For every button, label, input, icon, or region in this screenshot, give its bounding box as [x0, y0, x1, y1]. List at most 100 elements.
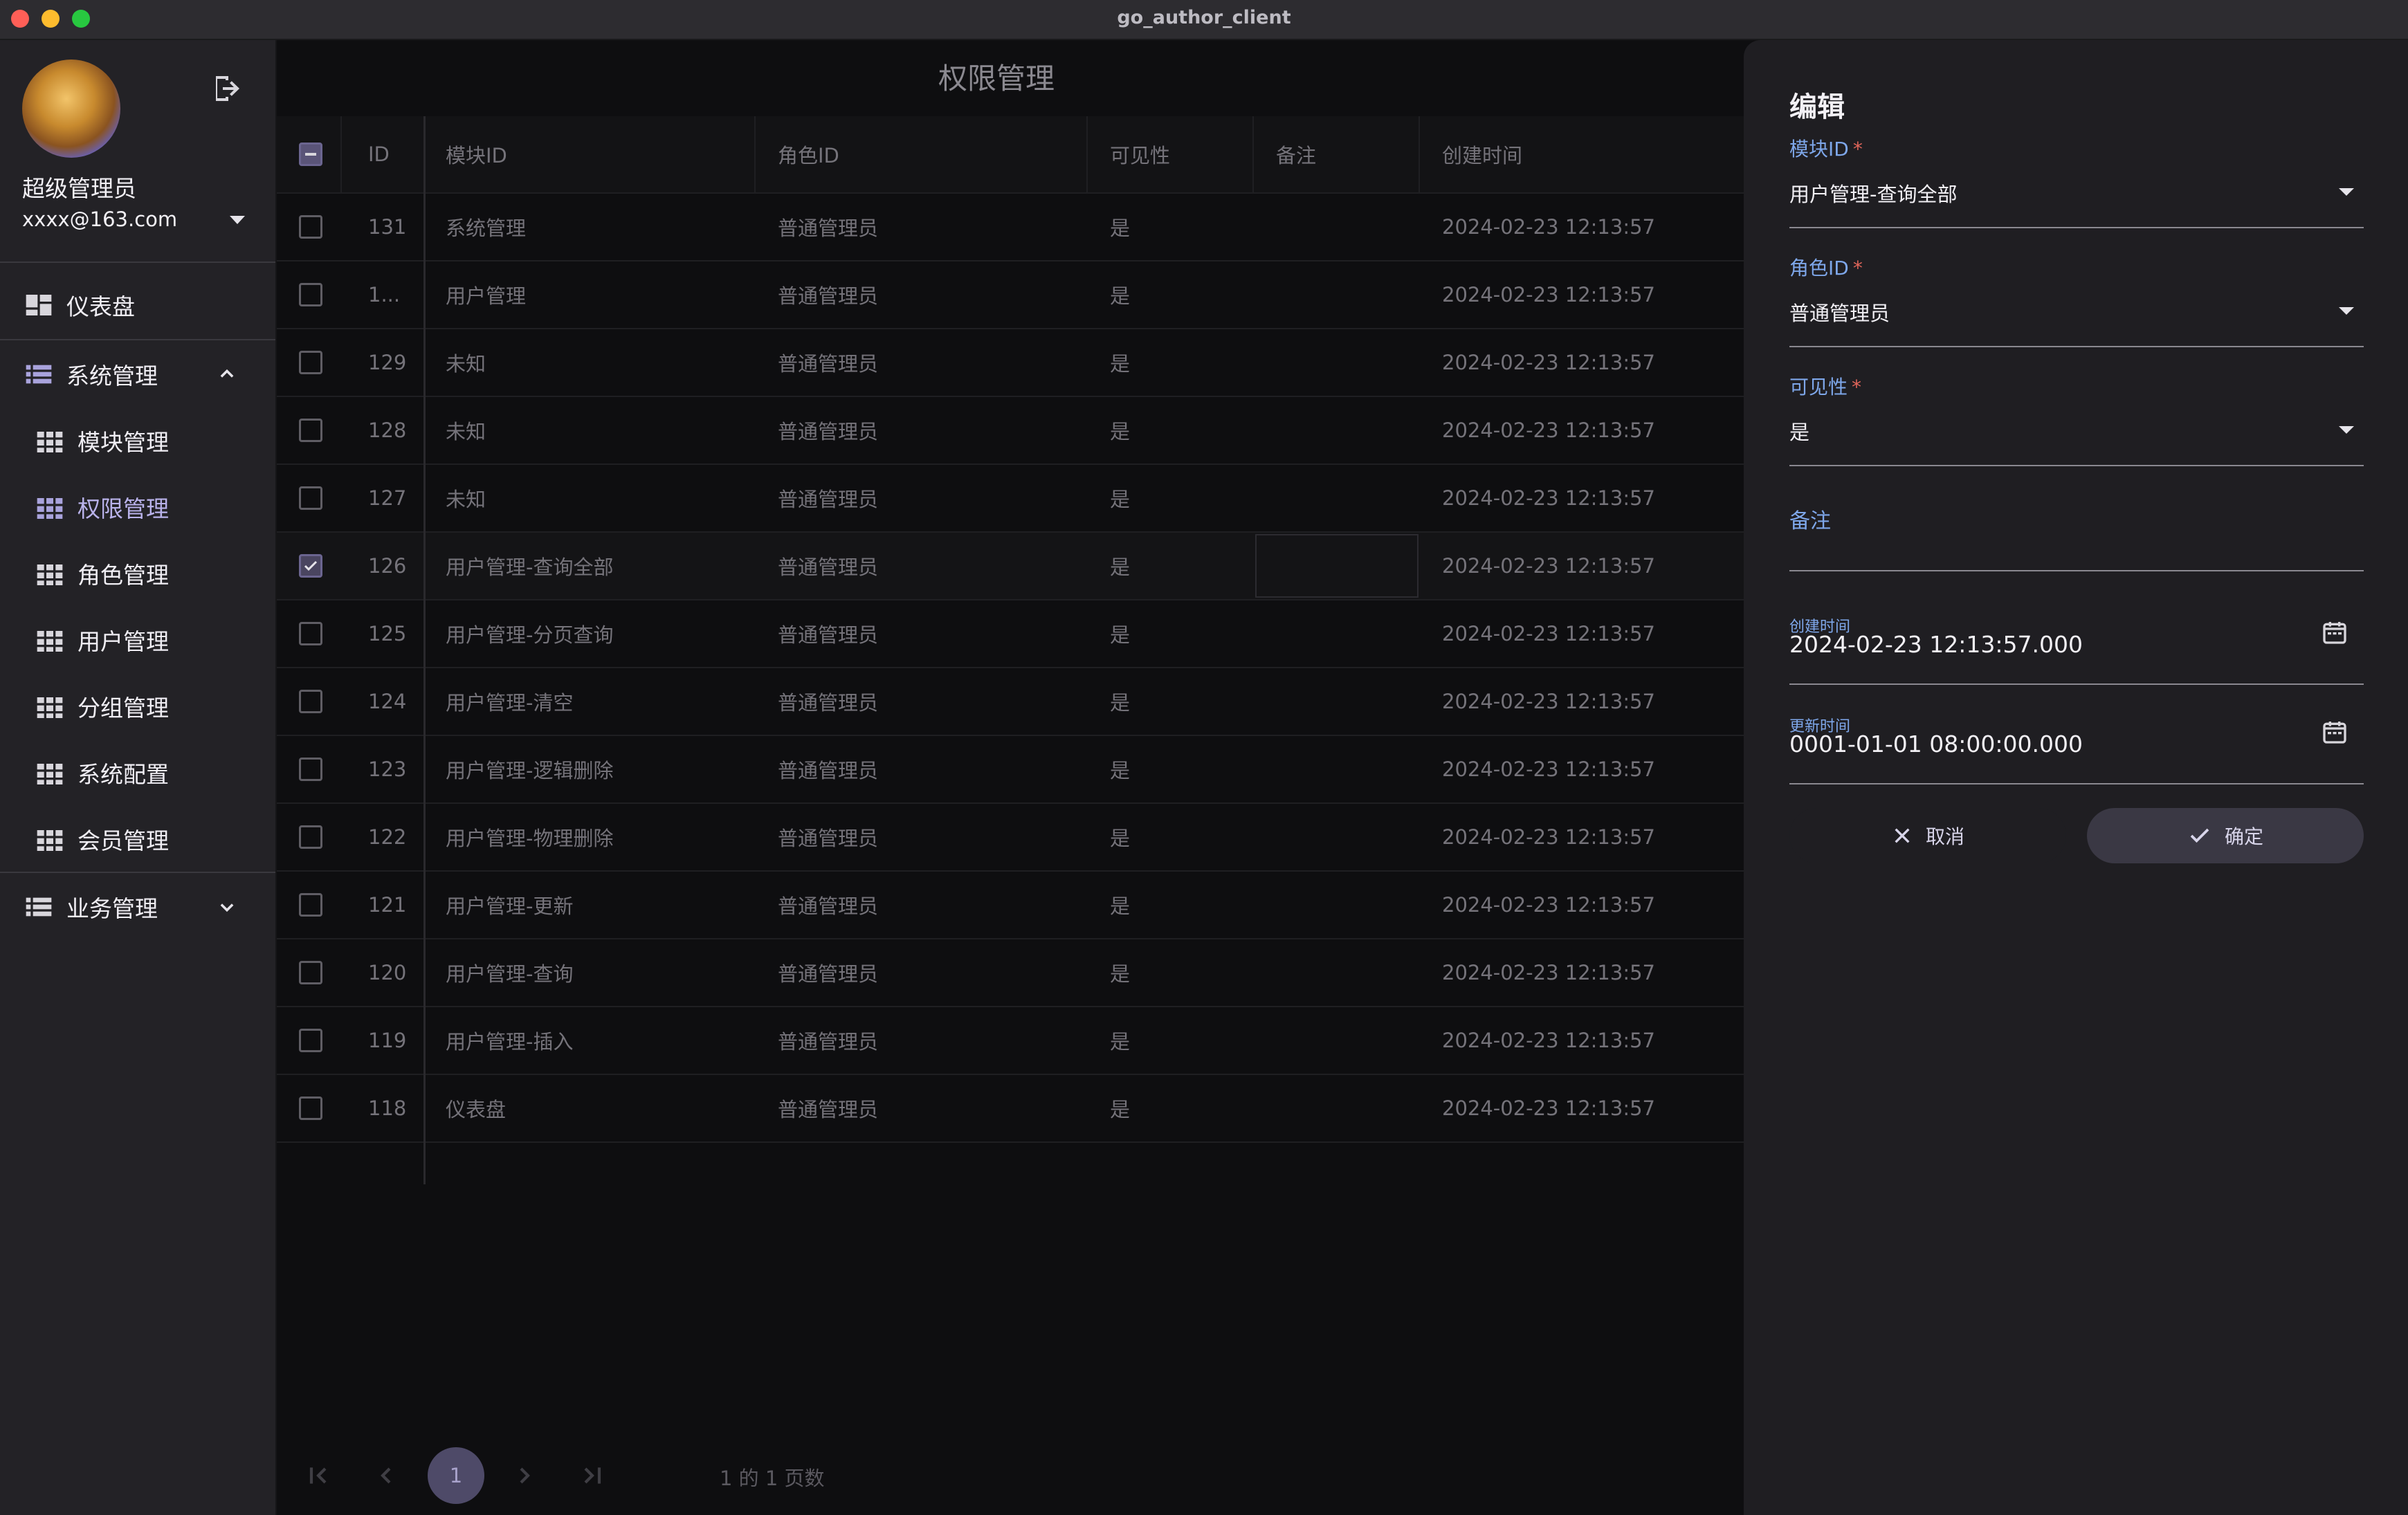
chevron-up-icon[interactable]: [217, 365, 237, 384]
sidebar-item-system[interactable]: 系统管理: [0, 345, 275, 404]
row-checkbox[interactable]: [299, 419, 322, 442]
row-checkbox[interactable]: [299, 622, 322, 645]
table-row[interactable]: 125 用户管理-分页查询 普通管理员 是 2024-02-23 12:13:5…: [277, 600, 1744, 668]
cancel-button[interactable]: 取消: [1789, 808, 2066, 863]
row-checkbox[interactable]: [299, 825, 322, 849]
frozen-column-divider[interactable]: [423, 116, 426, 1184]
row-checkbox[interactable]: [299, 1096, 322, 1120]
table-row[interactable]: 122 用户管理-物理删除 普通管理员 是 2024-02-23 12:13:5…: [277, 804, 1744, 872]
row-checkbox[interactable]: [299, 486, 322, 510]
field-label: 角色ID *: [1789, 253, 1863, 281]
table-row[interactable]: 131 系统管理 普通管理员 是 2024-02-23 12:13:57: [277, 194, 1744, 261]
page-title: 权限管理: [938, 62, 1055, 95]
cell-created: 2024-02-23 12:13:57: [1442, 893, 1655, 917]
row-checkbox[interactable]: [299, 215, 322, 239]
table-row[interactable]: 120 用户管理-查询 普通管理员 是 2024-02-23 12:13:57: [277, 939, 1744, 1007]
last-page-icon[interactable]: [578, 1462, 606, 1489]
sidebar-item-users[interactable]: 用户管理: [0, 610, 275, 670]
confirm-button[interactable]: 确定: [2087, 808, 2364, 863]
row-checkbox[interactable]: [299, 1029, 322, 1052]
cell-module: 用户管理-插入: [446, 1030, 574, 1054]
row-checkbox[interactable]: [299, 893, 322, 917]
cell-role: 普通管理员: [778, 623, 879, 647]
cell-role: 普通管理员: [778, 1030, 879, 1054]
check-icon: [2190, 828, 2209, 843]
cell-module: 仪表盘: [446, 1098, 507, 1121]
grid-icon: [37, 830, 63, 851]
column-header-role[interactable]: 角色ID: [778, 116, 839, 192]
cell-created: 2024-02-23 12:13:57: [1442, 419, 1655, 442]
cell-created: 2024-02-23 12:13:57: [1442, 961, 1655, 984]
table-row[interactable]: 121 用户管理-更新 普通管理员 是 2024-02-23 12:13:57: [277, 872, 1744, 939]
account-dropdown-icon[interactable]: [230, 216, 245, 224]
column-separator: [340, 116, 342, 192]
cell-visible: 是: [1110, 217, 1131, 240]
grid-icon: [37, 764, 63, 784]
row-checkbox[interactable]: [299, 554, 322, 578]
updated-time-field[interactable]: 更新时间 0001-01-01 08:00:00.000: [1789, 714, 2364, 790]
table-row[interactable]: 1... 用户管理 普通管理员 是 2024-02-23 12:13:57: [277, 261, 1744, 329]
cell-created: 2024-02-23 12:13:57: [1442, 283, 1655, 306]
first-page-icon[interactable]: [304, 1462, 332, 1489]
table-row[interactable]: 119 用户管理-插入 普通管理员 是 2024-02-23 12:13:57: [277, 1007, 1744, 1075]
prev-page-icon[interactable]: [372, 1462, 400, 1489]
cell-id: 119: [368, 1029, 407, 1052]
table-row[interactable]: 124 用户管理-清空 普通管理员 是 2024-02-23 12:13:57: [277, 668, 1744, 736]
column-separator: [1419, 116, 1420, 192]
column-header-created[interactable]: 创建时间: [1442, 116, 1522, 192]
cell-visible: 是: [1110, 556, 1131, 579]
sidebar-item-label: 分组管理: [77, 695, 169, 722]
current-page-button[interactable]: 1: [428, 1447, 484, 1504]
logout-icon[interactable]: [209, 72, 242, 105]
window-titlebar: go_author_client: [0, 0, 2408, 40]
remark-field[interactable]: 备注: [1789, 504, 2364, 573]
module-select[interactable]: 模块ID * 用户管理-查询全部: [1789, 134, 2364, 231]
sidebar-divider: [0, 872, 275, 873]
table-row[interactable]: 123 用户管理-逻辑删除 普通管理员 是 2024-02-23 12:13:5…: [277, 736, 1744, 804]
sidebar-item-config[interactable]: 系统配置: [0, 743, 275, 802]
sidebar-item-permissions[interactable]: 权限管理: [0, 477, 275, 537]
avatar[interactable]: [22, 59, 120, 158]
visible-value: 是: [1789, 421, 1810, 444]
table-row-selected[interactable]: 126 用户管理-查询全部 普通管理员 是 2024-02-23 12:13:5…: [277, 533, 1744, 600]
dropdown-arrow-icon[interactable]: [2339, 307, 2354, 315]
sidebar-item-groups[interactable]: 分组管理: [0, 677, 275, 736]
cell-module: 未知: [446, 352, 486, 376]
next-page-icon[interactable]: [511, 1462, 538, 1489]
grid-icon: [37, 564, 63, 585]
role-select[interactable]: 角色ID * 普通管理员: [1789, 253, 2364, 350]
row-checkbox[interactable]: [299, 690, 322, 713]
row-checkbox[interactable]: [299, 283, 322, 306]
table-row[interactable]: 127 未知 普通管理员 是 2024-02-23 12:13:57: [277, 465, 1744, 533]
visibility-select[interactable]: 可见性 * 是: [1789, 372, 2364, 469]
sidebar-item-label: 角色管理: [77, 562, 169, 589]
row-checkbox[interactable]: [299, 351, 322, 374]
table-row[interactable]: 129 未知 普通管理员 是 2024-02-23 12:13:57: [277, 329, 1744, 397]
sidebar-item-business[interactable]: 业务管理: [0, 877, 275, 937]
cell-remark-focused[interactable]: [1255, 534, 1419, 598]
select-all-checkbox[interactable]: [299, 143, 322, 166]
column-separator: [754, 116, 756, 192]
cell-id: 128: [368, 419, 407, 442]
window-title: go_author_client: [1117, 7, 1291, 28]
dropdown-arrow-icon[interactable]: [2339, 188, 2354, 196]
row-checkbox[interactable]: [299, 758, 322, 781]
table-row[interactable]: 118 仪表盘 普通管理员 是 2024-02-23 12:13:57: [277, 1075, 1744, 1143]
dropdown-arrow-icon[interactable]: [2339, 426, 2354, 434]
sidebar-item-modules[interactable]: 模块管理: [0, 411, 275, 470]
row-checkbox[interactable]: [299, 961, 322, 984]
sidebar-item-members[interactable]: 会员管理: [0, 809, 275, 869]
chevron-down-icon[interactable]: [217, 897, 237, 917]
cell-module: 用户管理-逻辑删除: [446, 759, 614, 782]
column-header-module[interactable]: 模块ID: [446, 116, 507, 192]
table-row[interactable]: 128 未知 普通管理员 是 2024-02-23 12:13:57: [277, 397, 1744, 465]
sidebar-item-dashboard[interactable]: 仪表盘: [0, 275, 275, 335]
created-time-field[interactable]: 创建时间 2024-02-23 12:13:57.000: [1789, 614, 2364, 690]
calendar-icon[interactable]: [2321, 618, 2348, 646]
column-header-id[interactable]: ID: [368, 116, 390, 192]
column-header-remark[interactable]: 备注: [1276, 116, 1316, 192]
column-header-visible[interactable]: 可见性: [1110, 116, 1170, 192]
sidebar-item-roles[interactable]: 角色管理: [0, 544, 275, 603]
cell-id: 129: [368, 351, 407, 374]
calendar-icon[interactable]: [2321, 718, 2348, 746]
